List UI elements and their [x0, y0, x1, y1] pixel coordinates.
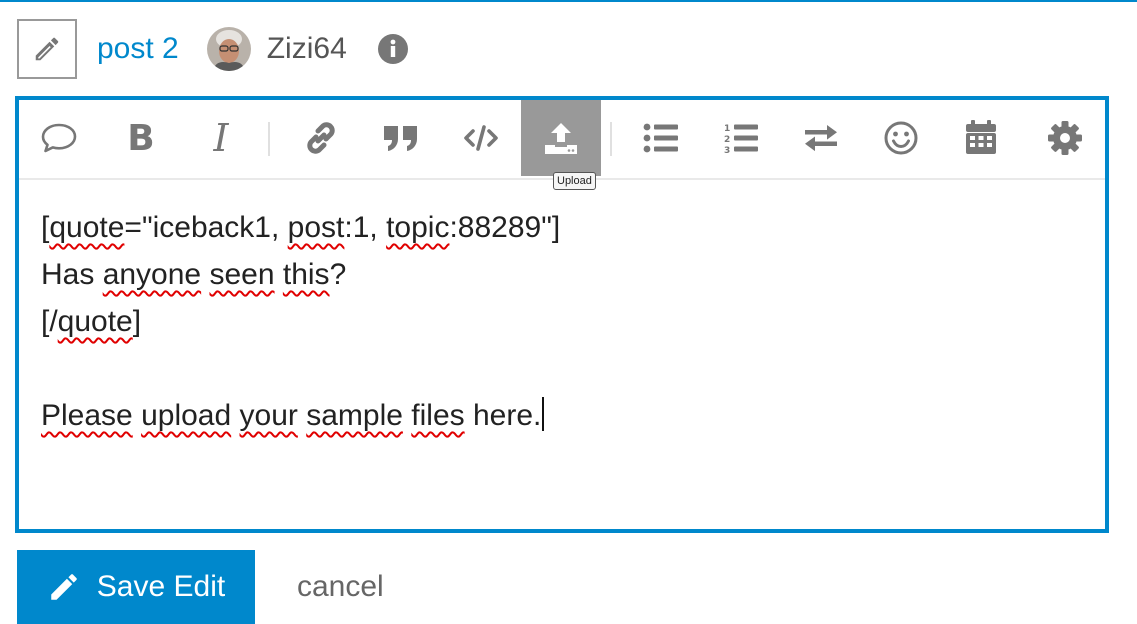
- svg-text:1: 1: [724, 124, 730, 134]
- text-caret: [542, 397, 545, 431]
- misspelled-word: quote: [57, 305, 133, 338]
- toolbar-link-button[interactable]: [281, 100, 361, 176]
- numbered-list-icon: 123: [724, 124, 758, 154]
- toolbar-quote-reply-button[interactable]: [19, 100, 99, 176]
- upload-icon: [545, 123, 577, 154]
- svg-text:3: 3: [724, 146, 730, 154]
- italic-icon: I: [213, 116, 229, 160]
- top-rule: [0, 0, 1137, 2]
- text-segment: :1,: [344, 211, 387, 244]
- text-segment: [231, 399, 239, 432]
- misspelled-word: quote: [49, 211, 125, 244]
- toolbar-emoji-button[interactable]: [861, 100, 941, 176]
- text-segment: Has: [41, 258, 103, 291]
- text-segment: [133, 399, 141, 432]
- misspelled-word: your: [239, 399, 298, 432]
- toolbar-code-button[interactable]: [441, 100, 521, 176]
- upload-tooltip: Upload: [553, 172, 596, 190]
- toolbar-upload-button[interactable]: [521, 100, 601, 176]
- toolbar-italic-button[interactable]: I: [181, 100, 261, 176]
- smiley-icon: [884, 121, 918, 155]
- link-icon: [307, 122, 335, 154]
- text-segment: ="iceback1,: [124, 211, 288, 244]
- info-icon[interactable]: [377, 33, 409, 65]
- bold-icon: B: [127, 117, 155, 159]
- user-avatar[interactable]: [206, 26, 251, 71]
- toolbar-numbered-list-button[interactable]: 123: [701, 100, 781, 176]
- editor-line-4: [41, 345, 1081, 392]
- misspelled-word: topic: [386, 211, 450, 244]
- post-header: post 2 Zizi64: [17, 17, 409, 80]
- editor-toolbar: B I 1 2 3: [19, 100, 1105, 180]
- misspelled-word: anyone: [102, 258, 202, 291]
- toolbar-separator: [610, 122, 612, 156]
- text-segment: :88289"]: [449, 211, 561, 244]
- toolbar-options-button[interactable]: [1025, 100, 1105, 176]
- swap-arrows-icon: [805, 125, 837, 152]
- text-segment: ]: [132, 305, 142, 338]
- quote-icon: [384, 126, 417, 151]
- speech-bubble-icon: [41, 123, 77, 153]
- edit-toggle-button[interactable]: [17, 18, 77, 79]
- toolbar-separator: [268, 122, 270, 156]
- misspelled-word: seen: [209, 258, 275, 291]
- post-link[interactable]: post 2: [97, 33, 179, 64]
- editor-line-3: [/quote]: [41, 298, 1081, 345]
- toolbar-bold-button[interactable]: B: [101, 100, 181, 176]
- editor-textarea[interactable]: [quote="iceback1, post:1, topic:88289"] …: [41, 204, 1081, 439]
- text-segment: ?: [329, 258, 347, 291]
- editor-line-5: Please upload your sample files here.: [41, 392, 1081, 439]
- code-icon: [464, 125, 498, 151]
- misspelled-word: Please: [41, 399, 133, 432]
- pencil-icon: [47, 570, 81, 604]
- svg-text:2: 2: [724, 135, 730, 145]
- gear-icon: [1048, 121, 1082, 155]
- text-segment: here.: [464, 399, 542, 432]
- text-segment: [275, 258, 283, 291]
- misspelled-word: upload: [141, 399, 232, 432]
- composer-editor: B I 1 2 3 Upload [quote="iceback1, post:…: [15, 96, 1109, 533]
- misspelled-word: files: [411, 399, 465, 432]
- cancel-link[interactable]: cancel: [297, 570, 384, 604]
- toolbar-bullet-list-button[interactable]: [621, 100, 701, 176]
- toolbar-swap-button[interactable]: [781, 100, 861, 176]
- username[interactable]: Zizi64: [267, 32, 347, 66]
- misspelled-word: post: [287, 211, 345, 244]
- save-edit-label: Save Edit: [96, 570, 226, 603]
- misspelled-word: this: [282, 258, 330, 291]
- text-segment: [/: [41, 305, 58, 338]
- bullet-list-icon: [643, 123, 678, 153]
- text-segment: [298, 399, 306, 432]
- pencil-icon: [35, 37, 59, 60]
- editor-line-1: [quote="iceback1, post:1, topic:88289"]: [41, 204, 1081, 251]
- misspelled-word: sample: [306, 399, 403, 432]
- toolbar-date-button[interactable]: [941, 100, 1021, 176]
- editor-line-2: Has anyone seen this?: [41, 251, 1081, 298]
- toolbar-blockquote-button[interactable]: [361, 100, 441, 176]
- calendar-icon: [966, 120, 996, 154]
- save-edit-button[interactable]: Save Edit: [17, 550, 255, 624]
